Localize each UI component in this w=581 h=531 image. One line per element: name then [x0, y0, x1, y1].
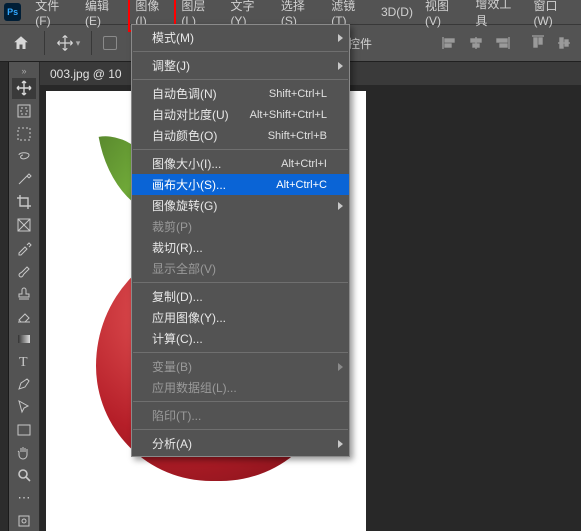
crop-tool-icon[interactable]	[12, 192, 36, 213]
menu-edit[interactable]: 编辑(E)	[79, 0, 129, 31]
stamp-tool-icon[interactable]	[12, 283, 36, 304]
menu-item-label: 图像旋转(G)	[152, 197, 327, 214]
menu-item-label: 自动对比度(U)	[152, 106, 250, 123]
submenu-arrow-icon	[338, 363, 343, 371]
menu-separator	[133, 429, 348, 430]
document-tab[interactable]: 003.jpg @ 10	[50, 67, 122, 81]
menu-separator	[133, 149, 348, 150]
eyedropper-tool-icon[interactable]	[12, 237, 36, 258]
wand-tool-icon[interactable]	[12, 169, 36, 190]
menu-item[interactable]: 裁切(R)...	[132, 237, 349, 258]
menu-item: 显示全部(V)	[132, 258, 349, 279]
menu-item: 陷印(T)...	[132, 405, 349, 426]
type-tool-icon[interactable]: T	[12, 351, 36, 372]
tool-palette: » T ⋯	[9, 62, 40, 531]
menu-item-label: 自动色调(N)	[152, 85, 269, 102]
brush-tool-icon[interactable]	[12, 260, 36, 281]
menu-item-label: 裁剪(P)	[152, 218, 327, 235]
menu-item-label: 画布大小(S)...	[152, 176, 276, 193]
menubar: Ps 文件(F) 编辑(E) 图像(I) 图层(L) 文字(Y) 选择(S) 滤…	[0, 0, 581, 24]
menu-item[interactable]: 复制(D)...	[132, 286, 349, 307]
gradient-tool-icon[interactable]	[12, 328, 36, 349]
options-label-truncated: 控件	[348, 35, 372, 52]
menu-plugins[interactable]: 增效工具	[469, 0, 527, 32]
menu-item-label: 显示全部(V)	[152, 260, 327, 277]
menu-item-label: 分析(A)	[152, 435, 327, 452]
menu-view[interactable]: 视图(V)	[419, 0, 469, 31]
menu-item: 应用数据组(L)...	[132, 377, 349, 398]
path-select-tool-icon[interactable]	[12, 397, 36, 418]
app-logo: Ps	[4, 3, 21, 21]
menu-item[interactable]: 自动颜色(O)Shift+Ctrl+B	[132, 125, 349, 146]
palette-expand-icon[interactable]: »	[21, 66, 26, 76]
svg-text:T: T	[19, 355, 28, 369]
hand-tool-icon[interactable]	[12, 442, 36, 463]
menu-item-shortcut: Alt+Ctrl+C	[276, 179, 327, 191]
panel-strip	[0, 62, 9, 531]
menu-separator	[133, 51, 348, 52]
align-left-icon[interactable]	[439, 32, 461, 54]
menu-item[interactable]: 自动对比度(U)Alt+Shift+Ctrl+L	[132, 104, 349, 125]
pen-tool-icon[interactable]	[12, 374, 36, 395]
submenu-arrow-icon	[338, 440, 343, 448]
menu-item-label: 调整(J)	[152, 57, 327, 74]
menu-item-shortcut: Alt+Ctrl+I	[281, 158, 327, 170]
menu-3d[interactable]: 3D(D)	[375, 2, 419, 22]
artboard-tool-icon[interactable]	[12, 101, 36, 122]
menu-item[interactable]: 图像旋转(G)	[132, 195, 349, 216]
menu-item[interactable]: 模式(M)	[132, 27, 349, 48]
menu-file[interactable]: 文件(F)	[29, 0, 79, 31]
frame-tool-icon[interactable]	[12, 215, 36, 236]
menu-item[interactable]: 图像大小(I)...Alt+Ctrl+I	[132, 153, 349, 174]
marquee-tool-icon[interactable]	[12, 124, 36, 145]
menu-item: 变量(B)	[132, 356, 349, 377]
edit-toolbar-icon[interactable]	[12, 510, 36, 531]
menu-separator	[133, 79, 348, 80]
menu-item[interactable]: 调整(J)	[132, 55, 349, 76]
menu-item[interactable]: 自动色调(N)Shift+Ctrl+L	[132, 83, 349, 104]
menu-item: 裁剪(P)	[132, 216, 349, 237]
menu-item[interactable]: 应用图像(Y)...	[132, 307, 349, 328]
eraser-tool-icon[interactable]	[12, 306, 36, 327]
lasso-tool-icon[interactable]	[12, 146, 36, 167]
menu-separator	[133, 352, 348, 353]
divider	[44, 31, 45, 55]
move-tool-icon[interactable]	[12, 78, 36, 99]
menu-item-label: 图像大小(I)...	[152, 155, 281, 172]
align-middle-icon[interactable]	[553, 32, 575, 54]
menu-item-shortcut: Shift+Ctrl+L	[269, 88, 327, 100]
submenu-arrow-icon	[338, 202, 343, 210]
align-center-h-icon[interactable]	[465, 32, 487, 54]
image-menu-dropdown: 模式(M)调整(J)自动色调(N)Shift+Ctrl+L自动对比度(U)Alt…	[131, 24, 350, 457]
menu-item[interactable]: 分析(A)	[132, 433, 349, 454]
menu-item-label: 模式(M)	[152, 29, 327, 46]
menu-item-label: 应用图像(Y)...	[152, 309, 327, 326]
align-top-icon[interactable]	[527, 32, 549, 54]
menu-separator	[133, 401, 348, 402]
menu-item-label: 陷印(T)...	[152, 407, 327, 424]
menu-item[interactable]: 计算(C)...	[132, 328, 349, 349]
menu-item-shortcut: Alt+Shift+Ctrl+L	[250, 109, 327, 121]
more-tools-icon[interactable]: ⋯	[12, 488, 36, 509]
menu-separator	[133, 282, 348, 283]
menu-item-shortcut: Shift+Ctrl+B	[268, 130, 327, 142]
menu-item-label: 裁切(R)...	[152, 239, 327, 256]
menu-item-label: 计算(C)...	[152, 330, 327, 347]
move-tool-indicator[interactable]: ▾	[53, 28, 83, 58]
align-right-icon[interactable]	[491, 32, 513, 54]
menu-item-label: 自动颜色(O)	[152, 127, 268, 144]
zoom-tool-icon[interactable]	[12, 465, 36, 486]
auto-select-checkbox[interactable]	[100, 28, 120, 58]
home-button[interactable]	[6, 28, 36, 58]
menu-item[interactable]: 画布大小(S)...Alt+Ctrl+C	[132, 174, 349, 195]
divider	[91, 31, 92, 55]
menu-item-label: 应用数据组(L)...	[152, 379, 327, 396]
menu-item-label: 复制(D)...	[152, 288, 327, 305]
shape-tool-icon[interactable]	[12, 419, 36, 440]
submenu-arrow-icon	[338, 62, 343, 70]
submenu-arrow-icon	[338, 34, 343, 42]
menu-item-label: 变量(B)	[152, 358, 327, 375]
menu-window[interactable]: 窗口(W)	[527, 0, 581, 31]
